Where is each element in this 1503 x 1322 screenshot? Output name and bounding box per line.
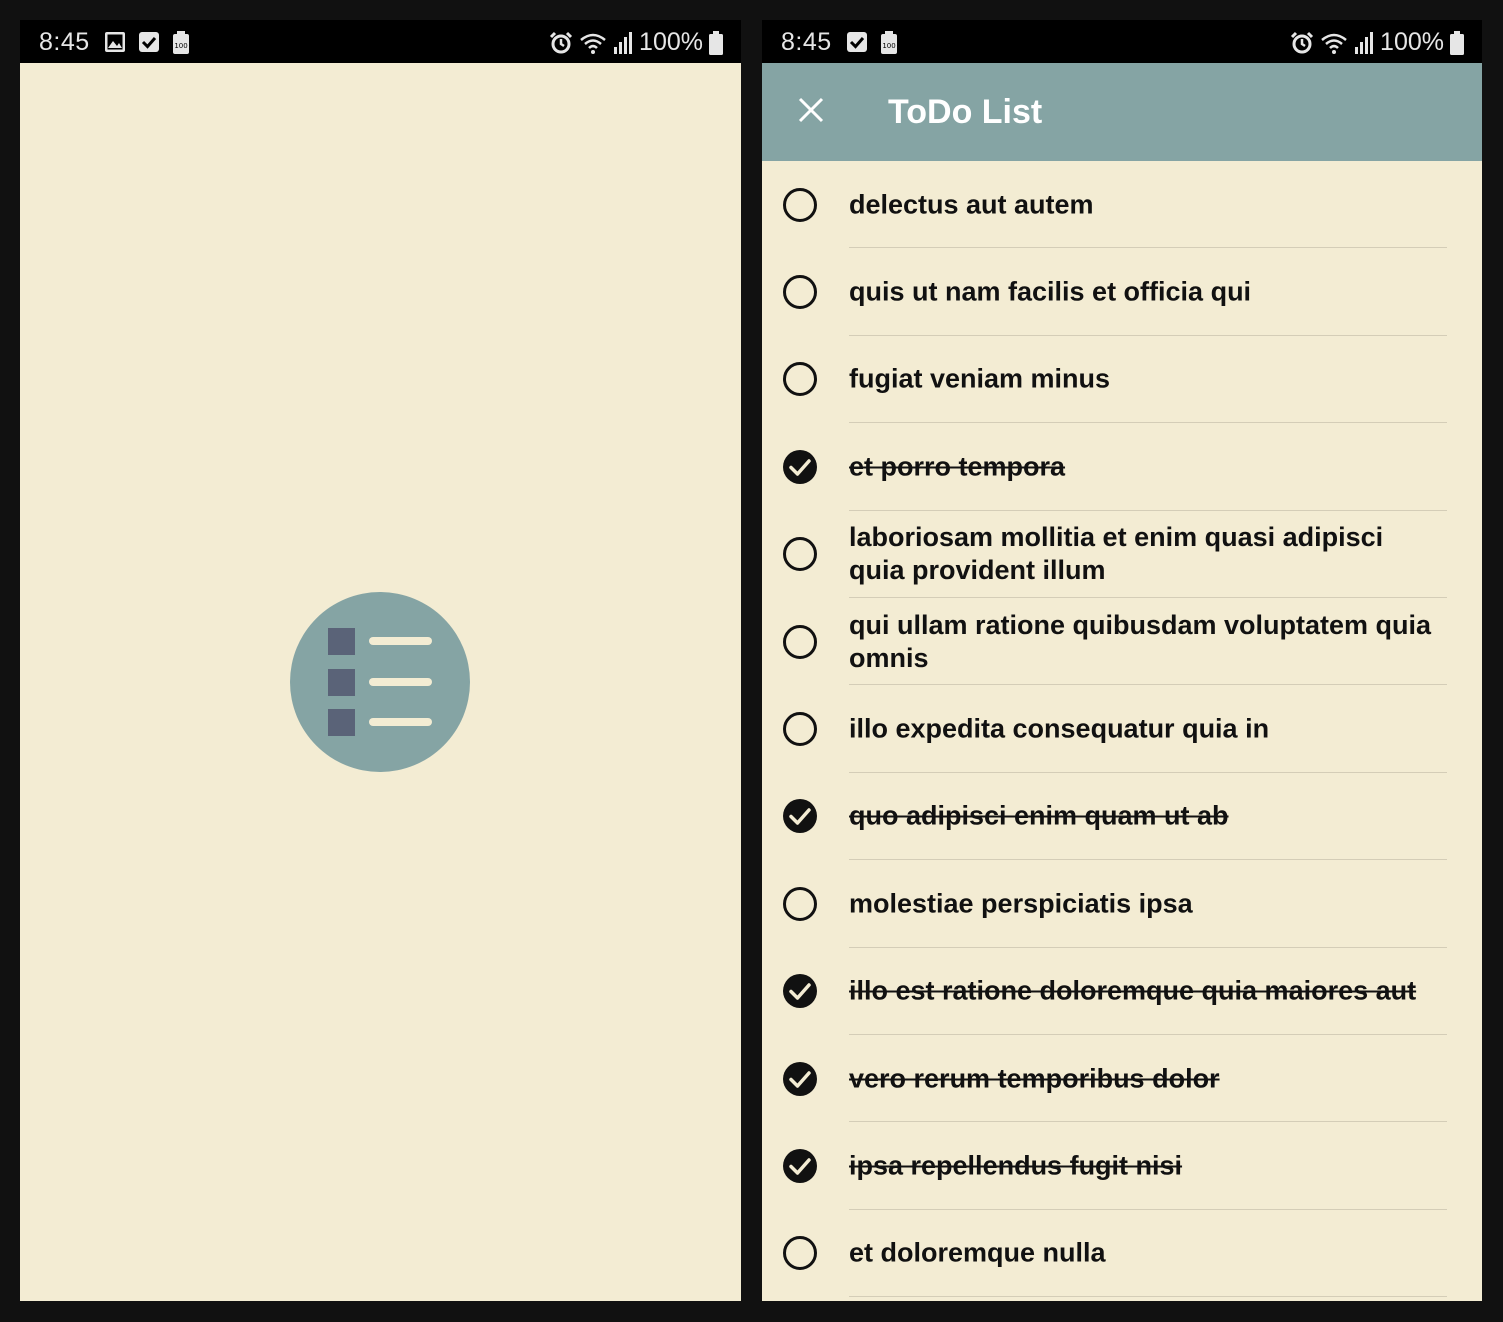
- todo-text: delectus aut autem: [849, 189, 1094, 220]
- status-right-icons: 100%: [549, 28, 723, 57]
- status-bar: 8:45 100 100%: [20, 20, 741, 63]
- status-left-icons: 100: [846, 31, 898, 55]
- battery-percent: 100%: [1380, 28, 1444, 56]
- todo-item[interactable]: et porro tempora: [762, 423, 1482, 511]
- unchecked-circle-icon[interactable]: [782, 711, 818, 747]
- alarm-icon: [1290, 31, 1314, 55]
- todo-item[interactable]: molestiae perspiciatis ipsa: [762, 860, 1482, 948]
- checked-circle-icon[interactable]: [782, 1061, 818, 1097]
- checkbox-icon: [138, 31, 160, 55]
- battery-saver-icon: 100: [172, 31, 190, 55]
- unchecked-circle-icon[interactable]: [782, 187, 818, 223]
- todo-text: illo est ratione doloremque quia maiores…: [849, 975, 1417, 1006]
- battery-icon: [709, 30, 723, 55]
- todo-text: qui ullam ratione quibusdam voluptatem q…: [849, 609, 1432, 673]
- status-right-icons: 100%: [1290, 28, 1464, 57]
- todo-text: ipsa repellendus fugit nisi: [849, 1150, 1183, 1181]
- todo-item[interactable]: quis ut nam facilis et officia qui: [762, 248, 1482, 336]
- todo-text: illo expedita consequatur quia in: [849, 713, 1270, 744]
- checked-circle-icon[interactable]: [782, 973, 818, 1009]
- status-time: 8:45: [39, 28, 90, 56]
- todo-item[interactable]: delectus aut autem: [762, 161, 1482, 249]
- status-time: 8:45: [781, 28, 832, 56]
- todo-text: fugiat veniam minus: [849, 363, 1111, 394]
- todo-item[interactable]: et doloremque nulla: [762, 1210, 1482, 1298]
- svg-text:100: 100: [174, 42, 187, 50]
- todo-text: molestiae perspiciatis ipsa: [849, 888, 1193, 919]
- todo-text: vero rerum temporibus dolor: [849, 1063, 1220, 1094]
- image-icon: [104, 31, 126, 55]
- battery-saver-icon: 100: [880, 31, 898, 55]
- unchecked-circle-icon[interactable]: [782, 274, 818, 310]
- checkbox-icon: [846, 31, 868, 55]
- battery-icon: [1450, 30, 1464, 55]
- unchecked-circle-icon[interactable]: [782, 361, 818, 397]
- list-logo-icon: [290, 592, 470, 772]
- signal-icon: [1354, 31, 1374, 55]
- todo-screen: 8:45 100 100% ToDo List delectus aut aut…: [762, 20, 1482, 1301]
- todo-item[interactable]: quo adipisci enim quam ut ab: [762, 773, 1482, 861]
- unchecked-circle-icon[interactable]: [782, 536, 818, 572]
- todo-text: et doloremque nulla: [849, 1237, 1106, 1268]
- page-title: ToDo List: [888, 93, 1043, 131]
- todo-item[interactable]: illo est ratione doloremque quia maiores…: [762, 948, 1482, 1035]
- signal-icon: [613, 31, 633, 55]
- todo-text: et porro tempora: [849, 451, 1066, 482]
- battery-percent: 100%: [639, 28, 703, 56]
- todo-text: quo adipisci enim quam ut ab: [849, 800, 1229, 831]
- todo-text: quis ut nam facilis et officia qui: [849, 276, 1252, 307]
- unchecked-circle-icon[interactable]: [782, 886, 818, 922]
- todo-item[interactable]: laboriosam mollitia et enim quasi adipis…: [762, 511, 1482, 598]
- todo-list: delectus aut autem quis ut nam facilis et…: [762, 161, 1482, 1298]
- app-bar: ToDo List: [762, 63, 1482, 161]
- todo-text: laboriosam mollitia et enim quasi adipis…: [849, 522, 1384, 586]
- todo-item[interactable]: vero rerum temporibus dolor: [762, 1035, 1482, 1123]
- close-icon: [798, 97, 824, 128]
- status-left-icons: 100: [104, 31, 190, 55]
- todo-item[interactable]: ipsa repellendus fugit nisi: [762, 1122, 1482, 1210]
- splash-screen: 8:45 100 100%: [20, 20, 741, 1301]
- svg-text:100: 100: [882, 42, 895, 50]
- wifi-icon: [579, 31, 607, 55]
- close-button[interactable]: [786, 87, 836, 137]
- todo-item[interactable]: illo expedita consequatur quia in: [762, 685, 1482, 773]
- status-bar: 8:45 100 100%: [762, 20, 1482, 63]
- divider: [849, 1296, 1447, 1298]
- todo-item[interactable]: fugiat veniam minus: [762, 336, 1482, 424]
- checked-circle-icon[interactable]: [782, 798, 818, 834]
- wifi-icon: [1320, 31, 1348, 55]
- alarm-icon: [549, 31, 573, 55]
- unchecked-circle-icon[interactable]: [782, 624, 818, 660]
- checked-circle-icon[interactable]: [782, 449, 818, 485]
- todo-item[interactable]: qui ullam ratione quibusdam voluptatem q…: [762, 598, 1482, 686]
- checked-circle-icon[interactable]: [782, 1148, 818, 1184]
- unchecked-circle-icon[interactable]: [782, 1235, 818, 1271]
